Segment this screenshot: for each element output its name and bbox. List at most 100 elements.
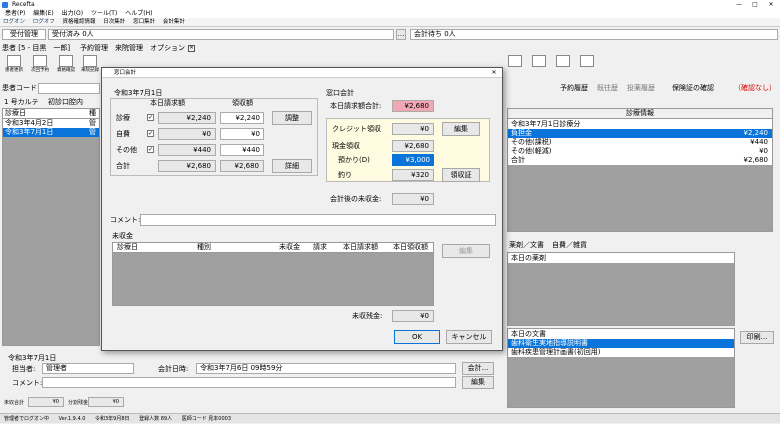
col-request: 請求 [313, 243, 327, 251]
dialog-comment-label: コメント: [110, 216, 141, 224]
col-billed: 本日請求額 [343, 243, 378, 251]
patient-code-input[interactable] [38, 83, 100, 94]
print-button[interactable]: 印刷... [740, 331, 774, 344]
more-button[interactable]: … [396, 29, 406, 40]
minimize-button[interactable]: — [732, 0, 746, 9]
row-label-treatment: 診療 [116, 114, 130, 122]
tab-meds-docs[interactable]: 薬剤／文書 [509, 240, 544, 250]
edit-button[interactable]: 編集 [462, 376, 494, 389]
visit-record-icon [83, 55, 97, 67]
cash-label: 現金領収 [332, 142, 360, 150]
qualification-check-tool[interactable]: 資格確認 [56, 55, 76, 73]
patient-header: 患者 [5 - 目黒 一郎] [2, 44, 71, 52]
qualification-check-icon [59, 55, 73, 67]
received-other[interactable]: ¥440 [220, 144, 264, 156]
nav-visit[interactable]: 来院管理 [115, 43, 143, 53]
toolbar-icon-d[interactable] [580, 55, 594, 67]
info-value: ¥0 [759, 147, 768, 155]
received-treatment[interactable]: ¥2,240 [220, 112, 264, 124]
nav-appointment[interactable]: 予約管理 [80, 43, 108, 53]
info-value: ¥440 [750, 138, 768, 146]
info-label: 負担金 [511, 129, 532, 137]
detail-button[interactable]: 詳細 [272, 159, 312, 173]
logon-button[interactable]: ログオン [3, 19, 25, 25]
table-row[interactable]: 令和3年4月2日 管 [3, 119, 99, 128]
row-date: 令和3年4月2日 [5, 119, 54, 127]
account-button[interactable]: 会計... [462, 362, 494, 375]
menu-help[interactable]: ヘルプ(H) [125, 10, 152, 17]
info-value: ¥2,240 [743, 129, 769, 137]
staff-label: 担当者: [12, 365, 36, 373]
row-label-self-pay: 自費 [116, 130, 130, 138]
past-history-link[interactable]: 既往歴 [597, 83, 618, 93]
accounting-wait-field: 会計待ち 0人 [410, 29, 778, 40]
checkbox-other[interactable]: ✓ [147, 146, 154, 153]
col-received: 本日領収額 [393, 243, 428, 251]
menu-edit[interactable]: 編集(E) [33, 10, 53, 17]
docs-panel: 本日の文書 歯科衛生実地指導説明書 歯科疾患管理計画書(初回用) [507, 328, 735, 408]
cancel-button[interactable]: キャンセル [446, 330, 492, 344]
checkbox-self-pay[interactable]: ✓ [147, 130, 154, 137]
dialog-close-button[interactable]: ✕ [488, 68, 500, 78]
next-appointment-tool[interactable]: 次回予約 [30, 55, 50, 73]
list-item[interactable]: 歯科衛生実地指導説明書 [508, 339, 734, 348]
staff-field[interactable]: 管理者 [42, 363, 134, 374]
toolbar-icon-b[interactable] [532, 55, 546, 67]
meds-header: 本日の薬剤 [508, 253, 734, 263]
menu-patient[interactable]: 患者(P) [5, 10, 25, 17]
nav-option[interactable]: オプション [150, 43, 185, 53]
account-time-field[interactable]: 令和3年7月6日 09時59分 [196, 363, 456, 374]
deposit-input[interactable]: ¥3,000 [392, 154, 434, 166]
row-date: 令和3年7月1日 [5, 128, 54, 136]
appointment-history-link[interactable]: 予約履歴 [560, 83, 588, 93]
adjust-button[interactable]: 調整 [272, 111, 312, 125]
patient-update-tool[interactable]: 患者更新 [4, 55, 24, 73]
checkbox-treatment[interactable]: ✓ [147, 114, 154, 121]
menu-output[interactable]: 出力(O) [62, 10, 83, 17]
info-panel-sub: 令和3年7月1日診療分 [508, 119, 772, 129]
toolbar-icon-a[interactable] [508, 55, 522, 67]
karte-tab2[interactable]: 初診口腔内 [48, 97, 83, 107]
credit-edit-button[interactable]: 編集 [442, 122, 480, 136]
medication-history-link[interactable]: 投薬履歴 [627, 83, 655, 93]
ok-button[interactable]: OK [394, 330, 440, 344]
menu-tools[interactable]: ツール(T) [91, 10, 117, 17]
list-item[interactable]: その他(軽減) ¥0 [508, 147, 772, 156]
karte-tab[interactable]: 1 号カルテ [4, 97, 39, 107]
list-item[interactable]: 歯科疾患管理計画書(初回用) [508, 348, 734, 357]
account-summary-button[interactable]: 会計集計 [163, 19, 185, 25]
tab-reception[interactable]: 受付管理 [2, 29, 46, 40]
received-self-pay[interactable]: ¥0 [220, 128, 264, 140]
info-panel-header: 診療情報 [508, 109, 772, 119]
dialog-comment-input[interactable] [140, 214, 496, 226]
karte-list: 診療日 種 令和3年4月2日 管 令和3年7月1日 管 [2, 108, 100, 346]
window-section-title: 窓口会計 [326, 89, 354, 97]
maximize-button[interactable]: □ [748, 0, 762, 9]
comment-field[interactable] [42, 377, 456, 388]
close-button[interactable]: ✕ [764, 0, 778, 9]
list-item[interactable]: 合計 ¥2,680 [508, 156, 772, 165]
visit-record-tool[interactable]: 来院記録 [80, 55, 100, 73]
row-label-total: 合計 [116, 162, 130, 170]
daily-summary-button[interactable]: 日次集計 [103, 19, 125, 25]
app-icon [2, 2, 8, 8]
close-icon[interactable]: ✕ [188, 45, 195, 52]
unpaid-total-label: 未収合計 [4, 400, 25, 406]
status-version: Ver.1.9.4.0 [58, 416, 86, 422]
insurance-check-link[interactable]: 保険証の確認 [672, 83, 714, 93]
window-title: Recefta [12, 1, 35, 8]
unpaid-total-field: ¥0 [28, 397, 64, 407]
credit-field: ¥0 [392, 123, 434, 135]
list-item[interactable]: 負担金 ¥2,240 [508, 129, 772, 138]
receipt-button[interactable]: 領収証 [442, 168, 480, 182]
comment-label: コメント: [12, 379, 43, 387]
unpaid-edit-button[interactable]: 編集 [442, 244, 490, 258]
list-item[interactable]: その他(課税) ¥440 [508, 138, 772, 147]
table-row[interactable]: 令和3年7月1日 管 [3, 128, 99, 137]
window-summary-button[interactable]: 窓口集計 [133, 19, 155, 25]
meds-panel: 本日の薬剤 [507, 252, 735, 326]
logoff-button[interactable]: ログオフ [33, 19, 55, 25]
qualification-info-button[interactable]: 資格確認情報 [63, 19, 96, 25]
tab-self-pay[interactable]: 自費／雑貨 [552, 240, 587, 250]
toolbar-icon-c[interactable] [556, 55, 570, 67]
